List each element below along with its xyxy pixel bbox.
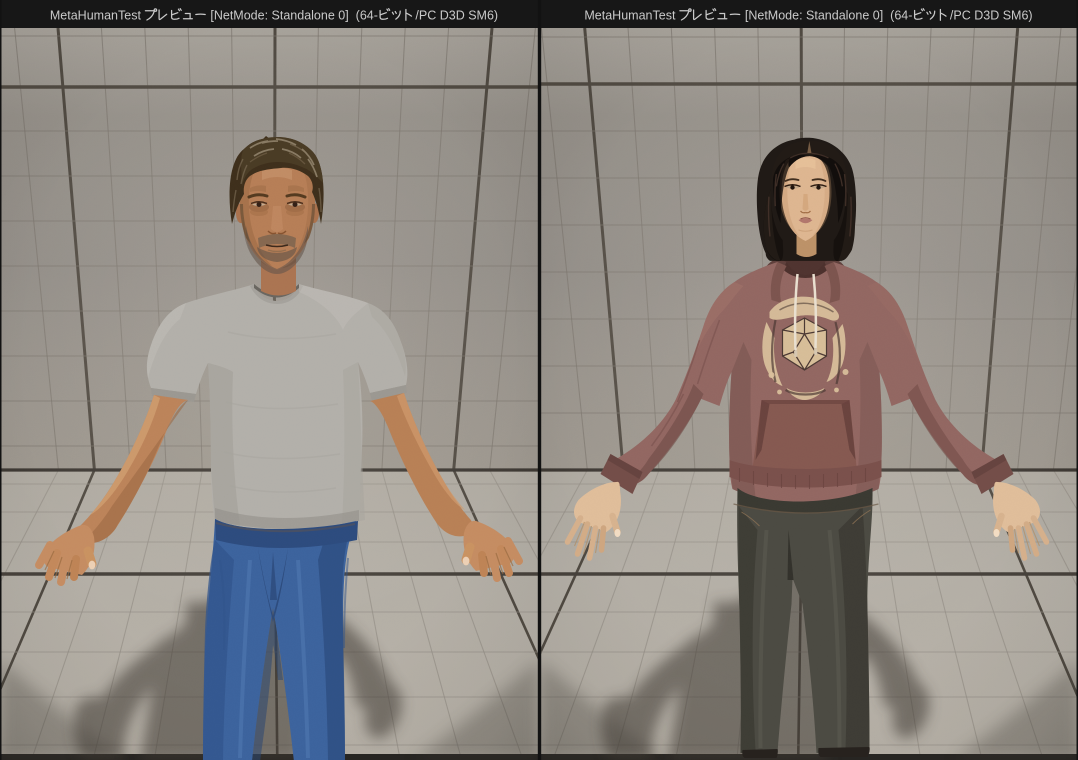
svg-text:/PC D3D SM6): /PC D3D SM6) [950,9,1033,23]
svg-text:MetaHumanTest: MetaHumanTest [50,9,144,23]
svg-text:[NetMode: Standalone 0] (64-: [NetMode: Standalone 0] (64- [741,9,912,23]
svg-text:[NetMode: Standalone 0] (64-: [NetMode: Standalone 0] (64- [207,9,378,23]
svg-text:/PC D3D SM6): /PC D3D SM6) [415,9,498,23]
svg-text:MetaHumanTest: MetaHumanTest [584,9,679,23]
